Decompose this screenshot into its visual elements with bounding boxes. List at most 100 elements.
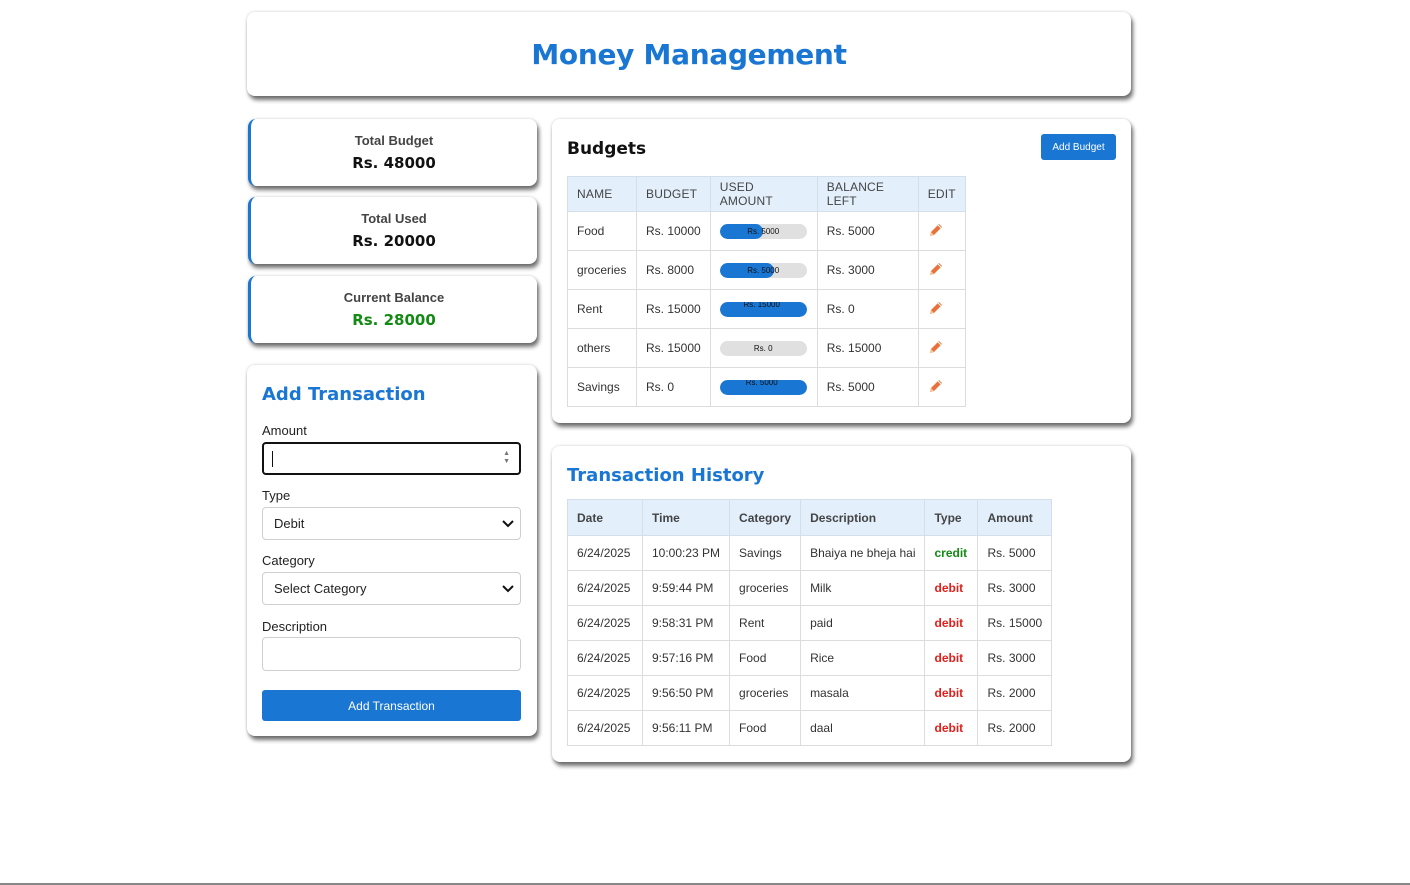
- budget-name: groceries: [567, 250, 637, 290]
- transaction-type: debit: [924, 710, 979, 746]
- transaction-category: Food: [729, 640, 802, 676]
- category-select[interactable]: Select Category: [262, 572, 521, 605]
- add-transaction-form: Add Transaction Amount ▲ ▼ Type Debit Cat…: [247, 365, 537, 736]
- used-progress-label: Rs. 5000: [747, 226, 780, 236]
- column-header: USED AMOUNT: [709, 176, 818, 212]
- chevron-down-icon: [502, 584, 514, 592]
- budget-row: Rent Rs. 15000 Rs. 15000 Rs. 0: [567, 289, 966, 329]
- transaction-amount: Rs. 2000: [977, 710, 1053, 746]
- transaction-type: credit: [924, 535, 979, 571]
- used-amount-cell: Rs. 5000: [709, 367, 818, 407]
- transaction-category: groceries: [729, 570, 802, 606]
- current-balance-label: Current Balance: [343, 290, 445, 305]
- budget-amount: Rs. 0: [636, 367, 711, 407]
- number-spinner-icon[interactable]: ▲ ▼: [503, 450, 510, 466]
- edit-cell[interactable]: [917, 328, 966, 368]
- type-select[interactable]: Debit: [262, 507, 521, 540]
- transaction-date: 6/24/2025: [567, 710, 643, 746]
- transaction-date: 6/24/2025: [567, 640, 643, 676]
- transaction-row: 6/24/2025 9:58:31 PM Rent paid debit Rs. 1500…: [567, 605, 1053, 641]
- column-header: BUDGET: [636, 176, 711, 212]
- budget-name: Rent: [567, 289, 637, 329]
- add-transaction-button[interactable]: Add Transaction: [262, 690, 521, 721]
- edit-cell[interactable]: [917, 211, 966, 251]
- type-select-value: Debit: [274, 516, 305, 531]
- transaction-row: 6/24/2025 9:59:44 PM groceries Milk debit Rs.…: [567, 570, 1053, 606]
- transaction-time: 9:57:16 PM: [641, 640, 731, 676]
- transaction-description: paid: [800, 605, 926, 641]
- used-progress-bar: Rs. 15000: [719, 301, 807, 317]
- pencil-icon[interactable]: [928, 339, 944, 355]
- used-amount-cell: Rs. 5000: [709, 250, 818, 290]
- used-progress-label: Rs. 5000: [747, 265, 780, 275]
- column-header: Category: [729, 499, 802, 536]
- budget-row: groceries Rs. 8000 Rs. 5000 Rs. 3000: [567, 250, 966, 290]
- used-progress-bar: Rs. 5000: [719, 379, 807, 395]
- transaction-category: groceries: [729, 675, 802, 711]
- pencil-icon[interactable]: [928, 222, 944, 238]
- total-used-label: Total Used: [361, 211, 427, 226]
- column-header: Type: [924, 499, 979, 536]
- used-amount-cell: Rs. 0: [709, 328, 818, 368]
- amount-input[interactable]: ▲ ▼: [262, 442, 521, 475]
- app-title: Money Management: [531, 37, 847, 71]
- transaction-description: Rice: [800, 640, 926, 676]
- total-used-card: Total Used Rs. 20000: [248, 197, 537, 264]
- category-label: Category: [262, 553, 315, 568]
- balance-left: Rs. 3000: [816, 250, 919, 290]
- transaction-description: Milk: [800, 570, 926, 606]
- budget-row: Savings Rs. 0 Rs. 5000 Rs. 5000: [567, 367, 966, 407]
- budget-amount: Rs. 10000: [636, 211, 711, 251]
- transaction-type: debit: [924, 640, 979, 676]
- pencil-icon[interactable]: [928, 300, 944, 316]
- pencil-icon[interactable]: [928, 378, 944, 394]
- total-budget-card: Total Budget Rs. 48000: [248, 119, 537, 186]
- transaction-type: debit: [924, 675, 979, 711]
- budgets-header-row: NAME BUDGET USED AMOUNT BALANCE LEFT EDI…: [567, 176, 966, 212]
- transaction-time: 9:56:50 PM: [641, 675, 731, 711]
- budget-amount: Rs. 8000: [636, 250, 711, 290]
- transaction-type: debit: [924, 570, 979, 606]
- transaction-amount: Rs. 3000: [977, 640, 1053, 676]
- column-header: Time: [641, 499, 731, 536]
- budget-name: Savings: [567, 367, 637, 407]
- transaction-row: 6/24/2025 10:00:23 PM Savings Bhaiya ne bhe…: [567, 535, 1053, 571]
- total-budget-value: Rs. 48000: [352, 154, 436, 172]
- budgets-card: Budgets Add Budget NAME BUDGET USED AMOU…: [552, 119, 1131, 423]
- transaction-history-card: Transaction History Date Time Category D…: [552, 446, 1131, 762]
- used-progress-label: Rs. 15000: [743, 301, 780, 309]
- chevron-down-icon: [502, 519, 514, 527]
- type-label: Type: [262, 488, 291, 503]
- budget-amount: Rs. 15000: [636, 289, 711, 329]
- budgets-table: NAME BUDGET USED AMOUNT BALANCE LEFT EDI…: [567, 176, 966, 407]
- balance-left: Rs. 0: [816, 289, 919, 329]
- budget-name: others: [567, 328, 637, 368]
- transaction-category: Food: [729, 710, 802, 746]
- used-progress-bar: Rs. 5000: [719, 262, 807, 278]
- history-header-row: Date Time Category Description Type Amou…: [567, 499, 1053, 536]
- used-progress-label: Rs. 0: [753, 343, 773, 353]
- edit-cell[interactable]: [917, 367, 966, 407]
- transaction-amount: Rs. 2000: [977, 675, 1053, 711]
- used-progress-bar: Rs. 0: [719, 340, 807, 356]
- transaction-description: daal: [800, 710, 926, 746]
- add-budget-button[interactable]: Add Budget: [1041, 134, 1116, 160]
- edit-cell[interactable]: [917, 250, 966, 290]
- pencil-icon[interactable]: [928, 261, 944, 277]
- transaction-time: 9:56:11 PM: [641, 710, 731, 746]
- used-amount-cell: Rs. 15000: [709, 289, 818, 329]
- description-input[interactable]: [262, 637, 521, 671]
- amount-label: Amount: [262, 423, 307, 438]
- balance-left: Rs. 15000: [816, 328, 919, 368]
- transaction-date: 6/24/2025: [567, 605, 643, 641]
- transaction-time: 9:58:31 PM: [641, 605, 731, 641]
- column-header: Amount: [977, 499, 1053, 536]
- edit-cell[interactable]: [917, 289, 966, 329]
- column-header: NAME: [567, 176, 637, 212]
- transaction-description: Bhaiya ne bheja hai: [800, 535, 926, 571]
- transaction-row: 6/24/2025 9:56:50 PM groceries masala debit R…: [567, 675, 1053, 711]
- transaction-amount: Rs. 3000: [977, 570, 1053, 606]
- column-header: EDIT: [917, 176, 966, 212]
- transaction-amount: Rs. 5000: [977, 535, 1053, 571]
- transaction-date: 6/24/2025: [567, 535, 643, 571]
